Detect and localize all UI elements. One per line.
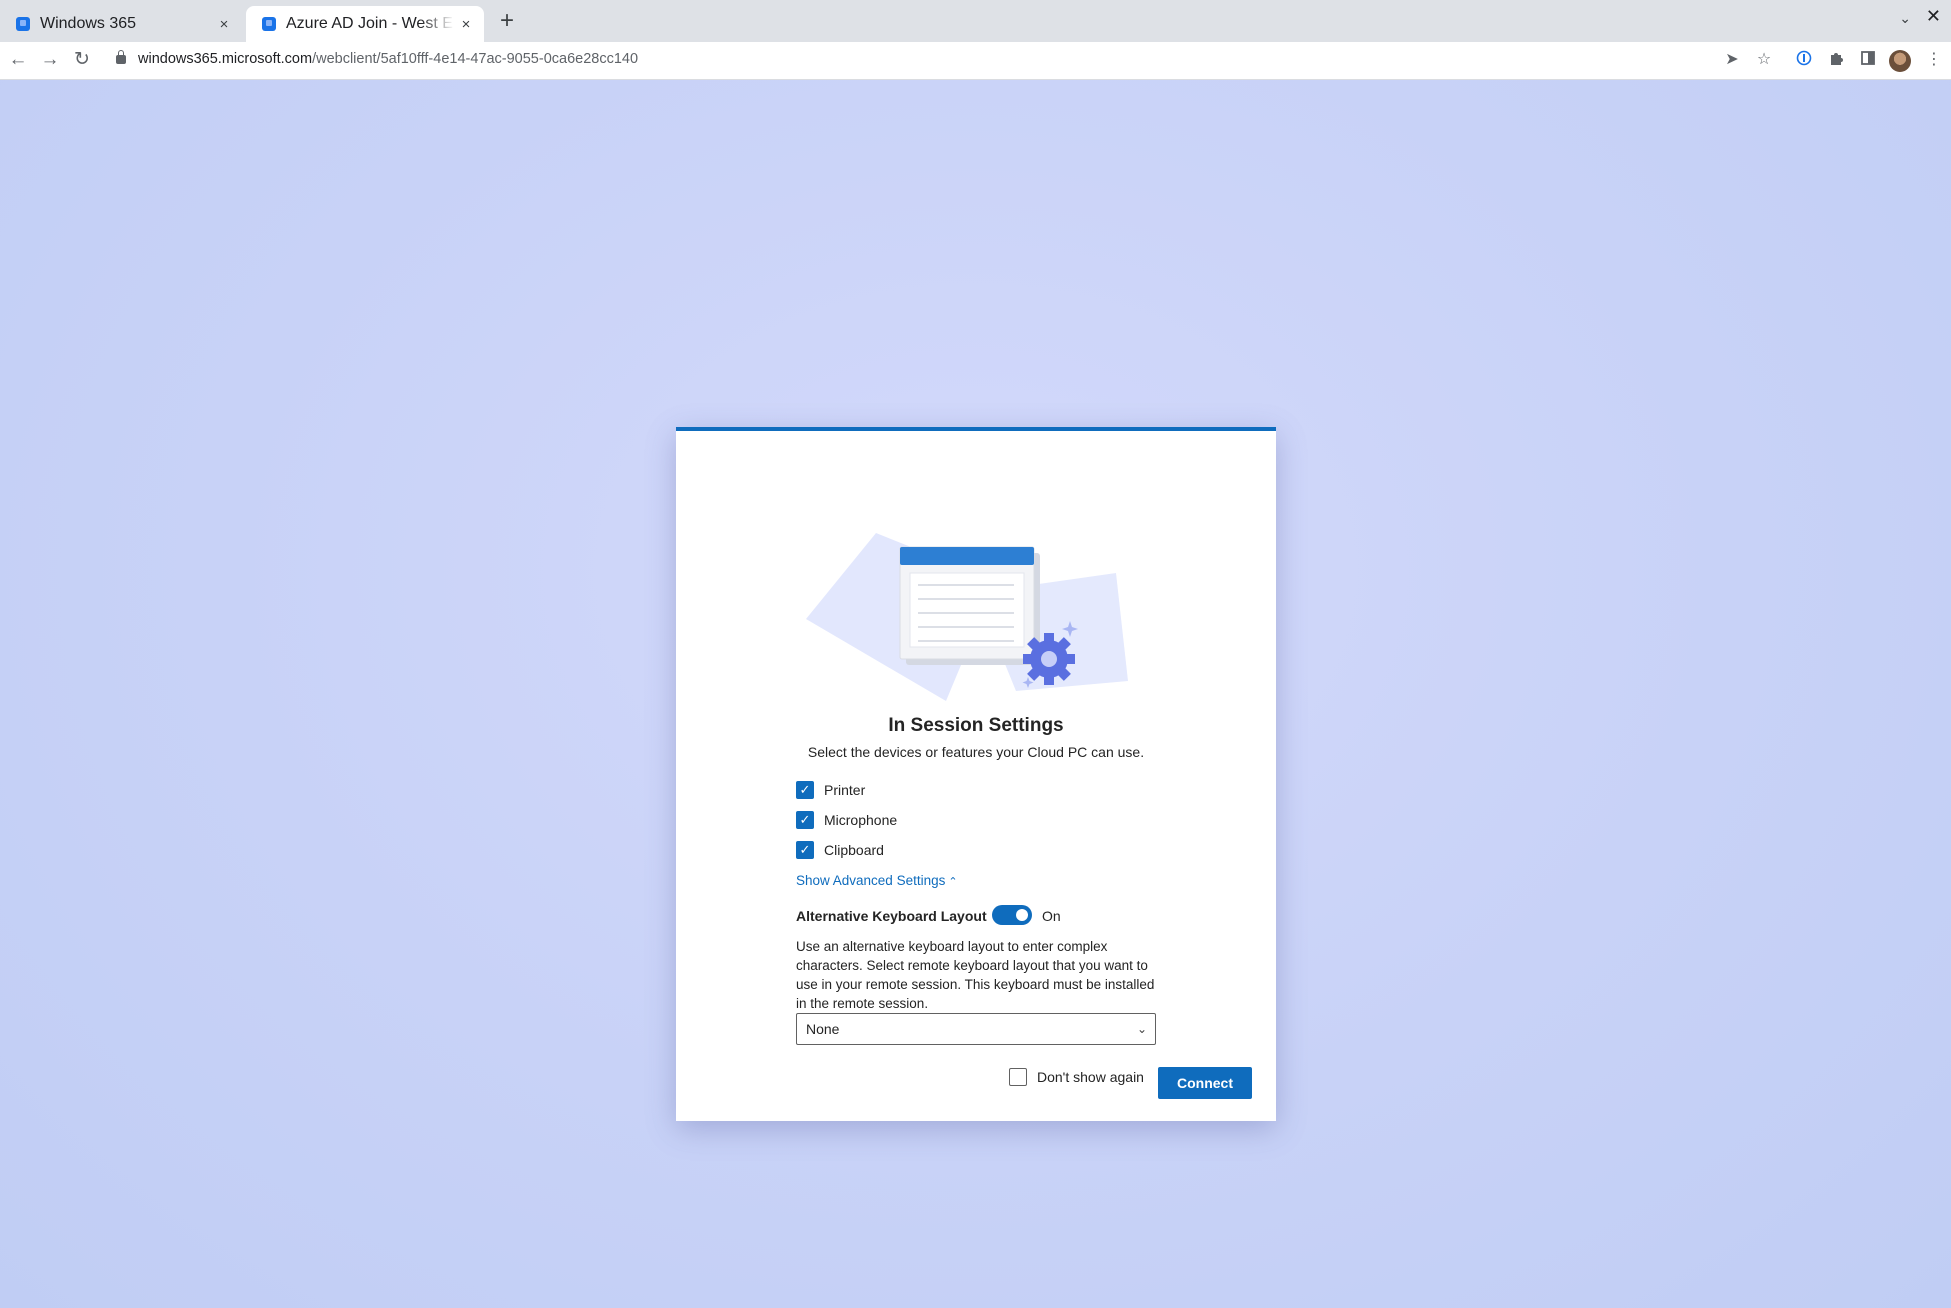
reload-icon[interactable]: ↻	[70, 48, 94, 72]
browser-tab-strip: Windows 365 × Azure AD Join - West Euro …	[0, 0, 1951, 42]
alternative-keyboard-layout-label: Alternative Keyboard Layout	[796, 908, 987, 924]
share-icon[interactable]: ➤	[1722, 50, 1742, 70]
lock-icon	[116, 50, 126, 64]
tab-close-icon[interactable]: ×	[454, 16, 478, 33]
advanced-link-label: Show Advanced Settings	[796, 873, 946, 888]
settings-window-illustration	[806, 533, 1128, 701]
alternative-keyboard-description: Use an alternative keyboard layout to en…	[796, 939, 1155, 1011]
dialog-subtitle: Select the devices or features your Clou…	[807, 744, 1145, 760]
checkbox-label: Printer	[824, 782, 866, 798]
dropdown-selected-value: None	[806, 1021, 840, 1037]
clipboard-checkbox[interactable]: ✓ Clipboard	[796, 841, 884, 859]
password-manager-icon[interactable]	[1794, 50, 1814, 70]
toggle-knob	[1016, 909, 1028, 921]
kebab-menu-icon[interactable]: ⋮	[1924, 50, 1944, 70]
printer-checkbox[interactable]: ✓ Printer	[796, 781, 865, 799]
dialog-title: In Session Settings	[888, 715, 1064, 736]
tab-title: Azure AD Join - West Euro	[286, 15, 454, 32]
tab-close-icon[interactable]: ×	[212, 16, 236, 33]
window-close-icon[interactable]: ✕	[1926, 6, 1941, 27]
connect-button[interactable]: Connect	[1158, 1067, 1252, 1099]
tab-windows-365[interactable]: Windows 365 ×	[0, 6, 242, 42]
tab-azure-ad-join[interactable]: Azure AD Join - West Euro ×	[246, 6, 484, 42]
tab-search-chevron-icon[interactable]: ⌄	[1899, 10, 1911, 27]
in-session-settings-dialog: In Session Settings Select the devices o…	[676, 427, 1276, 1121]
keyboard-layout-dropdown[interactable]: None ⌄	[796, 1013, 1156, 1045]
checkbox-label: Don't show again	[1037, 1069, 1144, 1085]
puzzle-icon[interactable]	[1826, 50, 1846, 70]
star-icon[interactable]: ☆	[1754, 50, 1774, 70]
chevron-down-icon: ⌄	[1136, 1022, 1147, 1036]
browser-toolbar: ← → ↻ windows365.microsoft.com/webclient…	[0, 42, 1951, 80]
avatar[interactable]	[1889, 50, 1911, 72]
checkmark-icon[interactable]: ✓	[796, 841, 814, 859]
microphone-checkbox[interactable]: ✓ Microphone	[796, 811, 897, 829]
side-panel-icon[interactable]	[1858, 50, 1878, 70]
checkmark-icon[interactable]: ✓	[796, 811, 814, 829]
checkmark-icon[interactable]: ✓	[796, 781, 814, 799]
toggle-state-label: On	[1042, 908, 1061, 924]
new-tab-button[interactable]: +	[494, 6, 520, 36]
windows-365-favicon-icon	[16, 17, 30, 31]
forward-arrow-icon[interactable]: →	[38, 48, 62, 72]
checkbox-label: Microphone	[824, 812, 898, 828]
url-text: windows365.microsoft.com/webclient/5af10…	[138, 51, 639, 67]
chevron-up-icon: ⌃	[948, 876, 958, 888]
windows-365-favicon-icon	[262, 17, 276, 31]
checkbox-label: Clipboard	[824, 842, 884, 858]
show-advanced-settings-link[interactable]: Show Advanced Settings ⌃	[796, 873, 958, 888]
tab-title: Windows 365	[40, 15, 137, 32]
back-arrow-icon[interactable]: ←	[6, 48, 30, 72]
dont-show-again-checkbox[interactable]: Don't show again	[1009, 1068, 1144, 1086]
checkbox-box[interactable]	[1009, 1068, 1027, 1086]
page-background: In Session Settings Select the devices o…	[0, 80, 1951, 1308]
alternative-keyboard-layout-toggle[interactable]	[992, 905, 1032, 925]
